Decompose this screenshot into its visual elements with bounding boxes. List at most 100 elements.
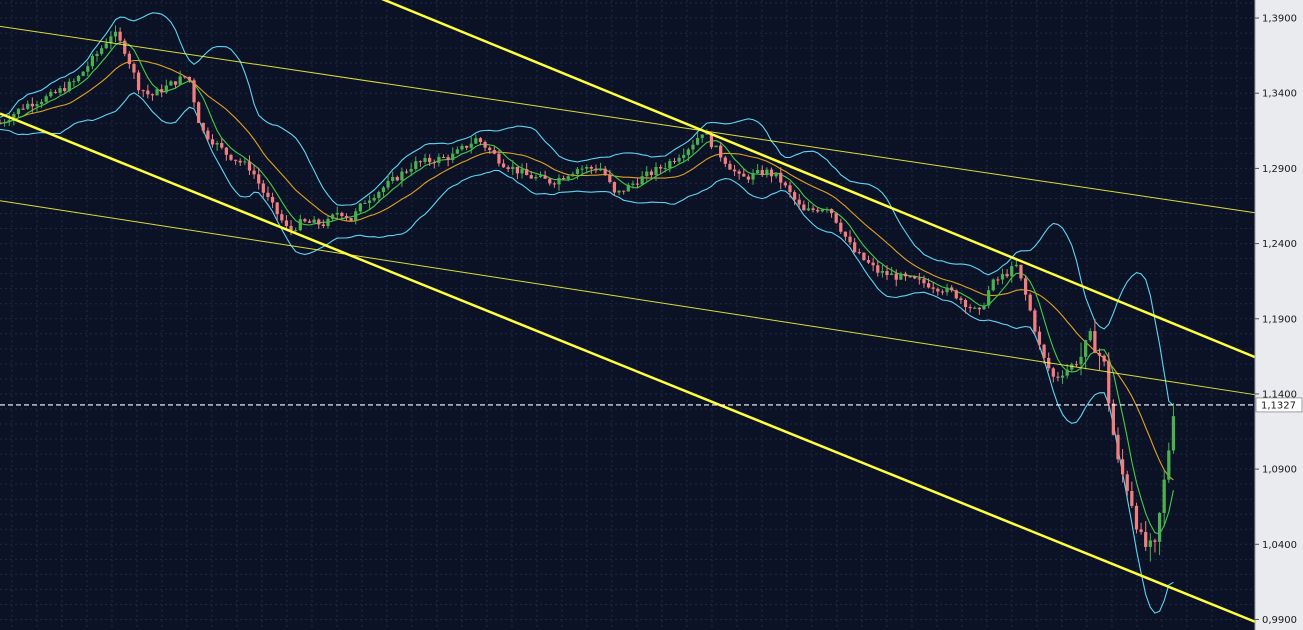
candle-body: [164, 85, 168, 93]
forex-chart[interactable]: 1,3900 1,3400 1,2900 1,2400 1,1900 1,1400 1,09…: [0, 0, 1303, 630]
candle-body: [169, 81, 173, 86]
candle-body: [899, 273, 903, 280]
candle-body: [100, 48, 104, 54]
candle-body: [464, 145, 469, 148]
candle-body: [973, 307, 977, 309]
candle-body: [160, 89, 164, 93]
candle-body: [150, 94, 155, 96]
candle-body: [839, 222, 843, 232]
candle-body: [1056, 376, 1060, 378]
candle-body: [996, 279, 1000, 281]
candle-body: [418, 161, 423, 163]
price-tick-label: 1,0400: [1262, 540, 1297, 551]
candle-body: [58, 88, 62, 93]
candle-body: [825, 209, 829, 211]
price-tick-label: 1,2400: [1262, 239, 1297, 250]
candle-body: [298, 219, 302, 231]
candle-body: [853, 242, 857, 253]
candle-body: [737, 171, 741, 174]
candle-body: [534, 176, 538, 179]
candle-body: [645, 171, 649, 177]
candle-body: [497, 153, 501, 164]
candle-body: [1125, 474, 1129, 492]
candle-body: [594, 168, 598, 171]
candle-body: [1134, 505, 1139, 530]
candle-body: [811, 208, 815, 210]
price-tick-label: 1,1900: [1262, 314, 1297, 325]
price-tick-label: 0,9900: [1262, 615, 1297, 626]
candle-body: [603, 168, 607, 175]
candle-body: [626, 184, 630, 192]
candle-body: [192, 80, 196, 103]
candle-body: [136, 72, 141, 91]
candle-body: [367, 200, 372, 203]
candle-body: [936, 288, 940, 292]
chart-canvas[interactable]: 1,39001,34001,29001,24001,19001,14001,09…: [0, 0, 1303, 630]
candle-body: [640, 176, 644, 185]
candle-body: [1037, 331, 1042, 345]
candle-body: [178, 76, 182, 85]
candle-body: [894, 273, 898, 280]
candle-body: [451, 153, 455, 161]
candle-body: [950, 287, 954, 291]
candle-body: [635, 183, 640, 185]
candle-body: [1153, 540, 1157, 542]
candle-body: [1107, 361, 1111, 404]
price-tick-label: 1,2900: [1262, 164, 1297, 175]
candle-body: [3, 122, 7, 124]
candle-body: [81, 71, 85, 76]
candle-body: [862, 252, 866, 261]
candle-body: [1084, 340, 1088, 357]
candle-body: [728, 163, 732, 170]
candle-body: [123, 40, 127, 54]
candle-body: [386, 181, 390, 188]
candle-body: [695, 137, 700, 145]
candle-body: [460, 145, 464, 150]
candle-body: [7, 120, 11, 123]
candle-body: [127, 53, 131, 65]
candle-body: [913, 276, 917, 279]
candle-body: [275, 202, 279, 215]
candle-body: [76, 75, 81, 82]
candle-body: [829, 209, 834, 214]
candle-body: [303, 219, 307, 222]
candle-body: [1028, 294, 1032, 311]
candle-body: [857, 252, 861, 254]
candle-body: [557, 178, 561, 185]
candle-body: [954, 290, 958, 299]
price-tick-label: 1,3400: [1262, 89, 1297, 100]
candle-body: [474, 138, 478, 144]
candle-body: [247, 161, 252, 171]
candle-body: [529, 175, 533, 179]
candle-body: [238, 160, 242, 163]
candle-body: [890, 273, 894, 276]
candle-body: [363, 202, 367, 204]
candle-body: [280, 214, 284, 221]
candle-body: [1014, 264, 1018, 267]
candle-body: [146, 90, 150, 95]
candle-body: [344, 216, 349, 219]
candle-body: [381, 187, 386, 193]
candle-body: [880, 271, 884, 273]
candle-body: [90, 55, 95, 67]
candle-body: [1102, 355, 1106, 362]
candle-body: [1065, 369, 1069, 376]
candle-body: [506, 167, 510, 170]
candle-body: [141, 90, 145, 92]
candle-body: [372, 197, 376, 201]
candle-body: [719, 145, 723, 158]
candle-body: [132, 64, 136, 73]
candle-body: [331, 214, 335, 219]
candle-body: [1157, 512, 1162, 542]
candle-body: [395, 176, 399, 181]
price-axis[interactable]: 1,39001,34001,29001,24001,19001,14001,09…: [1254, 0, 1303, 630]
candle-body: [779, 172, 783, 183]
candle-body: [1010, 266, 1014, 277]
candle-body: [977, 307, 982, 310]
candle-body: [294, 230, 298, 232]
candle-body: [672, 160, 677, 162]
candle-body: [206, 130, 210, 140]
candle-body: [788, 185, 792, 193]
candle-body: [72, 81, 76, 83]
candle-body: [769, 169, 774, 177]
